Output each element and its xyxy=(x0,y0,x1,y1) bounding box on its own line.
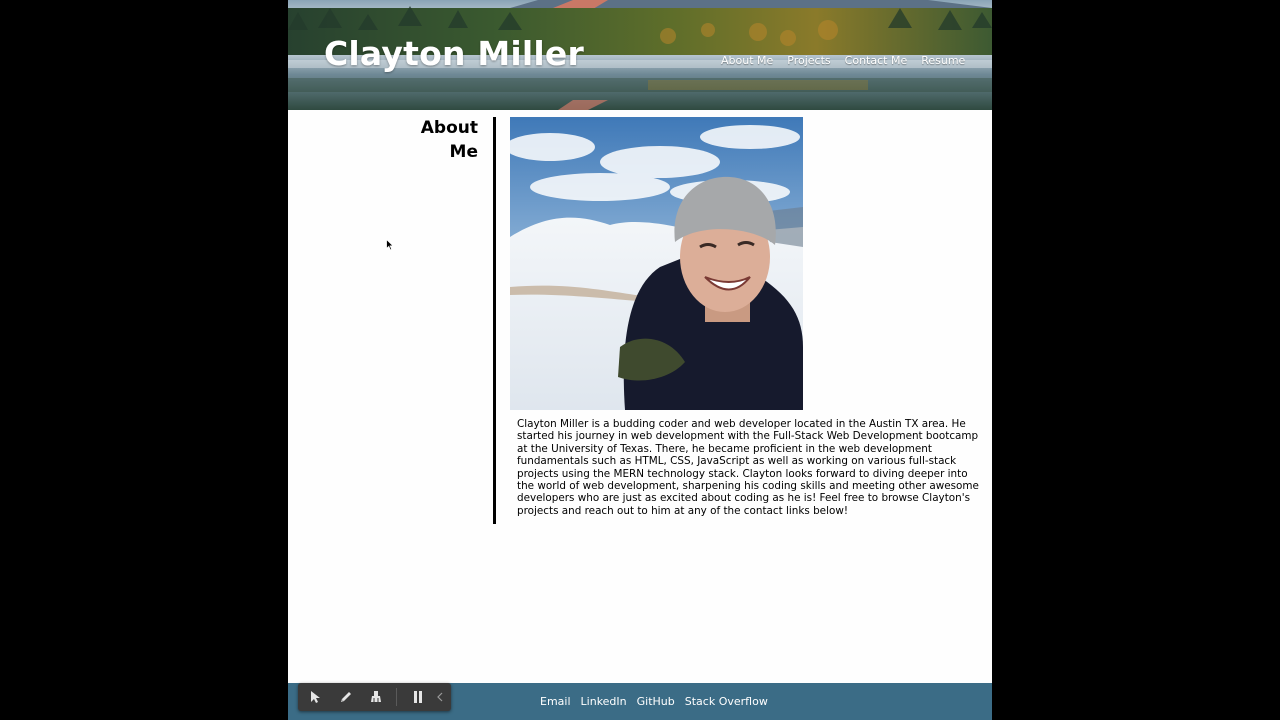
nav-link-about-me[interactable]: About Me xyxy=(721,53,773,69)
pen-tool-button[interactable] xyxy=(332,683,360,711)
footer-link-stack-overflow[interactable]: Stack Overflow xyxy=(685,694,768,710)
recording-toolbar xyxy=(298,683,451,711)
collapse-icon xyxy=(437,692,443,702)
main-nav: About Me Projects Contact Me Resume xyxy=(721,53,979,69)
collapse-toolbar-button[interactable] xyxy=(430,683,450,711)
footer-links: Email LinkedIn GitHub Stack Overflow xyxy=(540,694,778,710)
pen-icon xyxy=(341,692,351,702)
about-bio-text: Clayton Miller is a budding coder and we… xyxy=(517,418,979,517)
cursor-tool-button[interactable] xyxy=(302,683,330,711)
section-heading-about: About Me xyxy=(420,118,478,162)
eraser-icon xyxy=(371,691,381,702)
toolbar-separator xyxy=(396,688,397,706)
nav-link-projects[interactable]: Projects xyxy=(787,53,830,69)
profile-photo xyxy=(510,117,803,410)
section-divider xyxy=(493,117,496,524)
pause-button[interactable] xyxy=(404,683,432,711)
eraser-tool-button[interactable] xyxy=(362,683,390,711)
footer-link-email[interactable]: Email xyxy=(540,694,571,710)
page: Clayton Miller About Me Projects Contact… xyxy=(288,0,992,720)
cursor-icon xyxy=(311,691,320,703)
site-title: Clayton Miller xyxy=(324,34,584,73)
nav-link-contact-me[interactable]: Contact Me xyxy=(845,53,908,69)
footer-link-linkedin[interactable]: LinkedIn xyxy=(581,694,627,710)
footer-link-github[interactable]: GitHub xyxy=(637,694,675,710)
pause-icon xyxy=(414,691,422,703)
mouse-pointer-icon xyxy=(386,239,394,251)
header-banner: Clayton Miller About Me Projects Contact… xyxy=(288,0,992,110)
nav-link-resume[interactable]: Resume xyxy=(921,53,965,69)
